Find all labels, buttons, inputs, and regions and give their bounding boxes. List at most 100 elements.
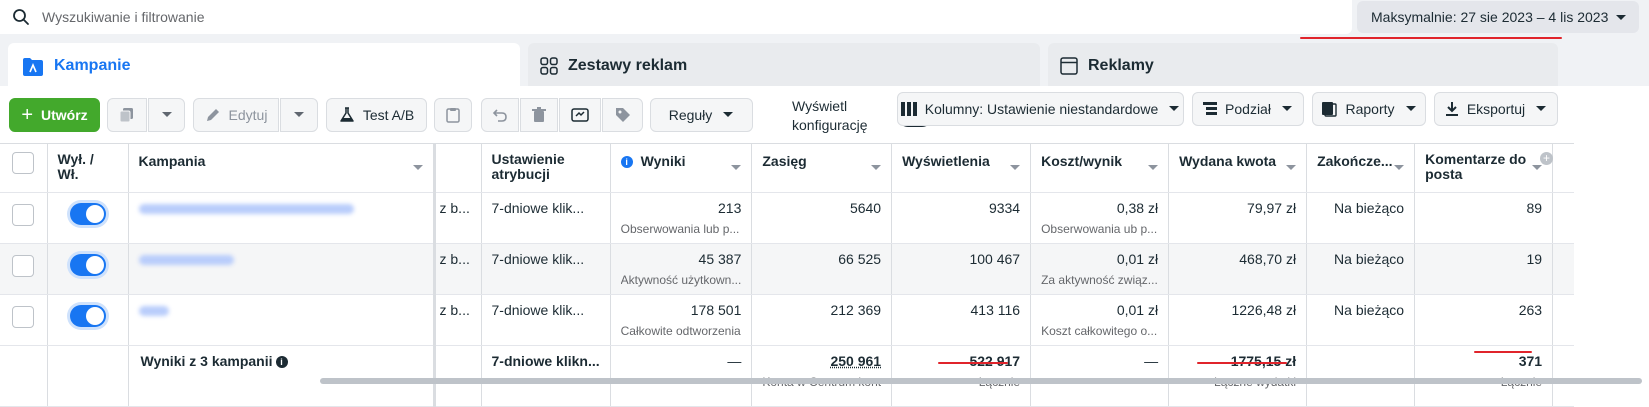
totals-impressions-cell: 522 917Łącznie bbox=[891, 345, 1032, 407]
row-select-cell[interactable] bbox=[0, 192, 48, 244]
table-row[interactable]: z b... 7-dniowe klik... 178 501 Całkowite… bbox=[0, 294, 1574, 346]
info-icon[interactable]: i bbox=[275, 356, 288, 368]
spacer-cell bbox=[1552, 243, 1574, 295]
cost-per-result-header[interactable]: Koszt/wynik bbox=[1030, 143, 1170, 193]
edit-dropdown-button[interactable] bbox=[280, 98, 318, 132]
pencil-icon bbox=[206, 109, 219, 121]
tab-ad-sets[interactable]: Zestawy reklam bbox=[528, 43, 1040, 91]
row-checkbox[interactable] bbox=[12, 255, 35, 277]
impressions-value: 413 116 bbox=[970, 302, 1021, 318]
columns-label: Kolumny: Ustawienie niestandardowe bbox=[924, 101, 1159, 117]
budget-cell: z b... bbox=[434, 192, 482, 244]
breakdown-icon bbox=[1203, 102, 1218, 115]
attribution-header[interactable]: Ustawienie atrybucji bbox=[481, 143, 611, 193]
reach-value: 66 525 bbox=[838, 251, 882, 267]
caret-down-icon bbox=[1169, 106, 1180, 111]
reach-value: 5640 bbox=[849, 200, 882, 216]
toggle-switch bbox=[69, 305, 106, 327]
flask-icon bbox=[340, 107, 354, 122]
breakdown-button[interactable]: Podział bbox=[1192, 92, 1304, 126]
horizontal-scrollbar[interactable] bbox=[320, 378, 1642, 384]
results-header[interactable]: i Wyniki bbox=[610, 143, 753, 193]
caret-down-icon bbox=[294, 112, 304, 117]
row-checkbox[interactable] bbox=[12, 204, 35, 226]
search-bar[interactable] bbox=[0, 0, 1352, 34]
campaign-name-cell[interactable] bbox=[128, 243, 436, 295]
row-checkbox[interactable] bbox=[12, 306, 35, 328]
budget-value: z b... bbox=[439, 200, 470, 216]
select-all-header[interactable] bbox=[0, 143, 48, 193]
edit-label: Edytuj bbox=[228, 107, 268, 123]
toggle-cell[interactable] bbox=[47, 243, 129, 295]
totals-row: Wyniki z 3 kampanii i 7-dniowe klikn... —… bbox=[0, 345, 1574, 407]
clipboard-button[interactable] bbox=[434, 98, 472, 132]
amount-spent-header[interactable]: Wydana kwota bbox=[1168, 143, 1308, 193]
table-row[interactable]: z b... 7-dniowe klik... 45 387 Aktywność … bbox=[0, 243, 1574, 295]
header-label: Wył. / Wł. bbox=[57, 151, 94, 182]
duplicate-dropdown-button[interactable] bbox=[148, 98, 185, 132]
toggle-knob bbox=[85, 307, 104, 325]
impressions-header[interactable]: Wyświetlenia bbox=[891, 143, 1032, 193]
totals-reach-cell: 250 961Konta w Centrum kont bbox=[751, 345, 893, 407]
totals-spent: 1775,15 zł bbox=[1230, 353, 1297, 369]
comments-value: 263 bbox=[1518, 302, 1543, 318]
rules-button[interactable]: Reguły bbox=[650, 98, 753, 132]
ad-window-icon bbox=[1060, 57, 1078, 75]
select-all-checkbox[interactable] bbox=[12, 152, 35, 174]
toggle-cell[interactable] bbox=[47, 294, 129, 346]
budget-value: z b... bbox=[439, 251, 470, 267]
results-subtext: Całkowite odtworzenia bbox=[620, 324, 741, 338]
create-button[interactable]: + Utwórz bbox=[9, 98, 100, 132]
toggle-switch bbox=[69, 203, 106, 225]
campaign-toggle[interactable] bbox=[66, 302, 109, 330]
date-range-button[interactable]: Maksymalnie: 27 sie 2023 – 4 lis 2023 bbox=[1357, 1, 1639, 33]
campaign-toggle[interactable] bbox=[66, 251, 109, 279]
reach-header[interactable]: Zasięg bbox=[751, 143, 893, 193]
cost-value: 0,38 zł bbox=[1116, 200, 1159, 216]
totals-spacer-cell bbox=[1552, 345, 1574, 407]
attribution-cell: 7-dniowe klik... bbox=[481, 192, 611, 244]
columns-button[interactable]: Kolumny: Ustawienie niestandardowe bbox=[897, 92, 1184, 126]
campaign-name-cell[interactable] bbox=[128, 192, 436, 244]
table-row[interactable]: z b... 7-dniowe klik... 213 Obserwowania … bbox=[0, 192, 1574, 244]
toggle-cell[interactable] bbox=[47, 192, 129, 244]
results-cell: 45 387 Aktywność użytkown... bbox=[610, 243, 753, 295]
redacted-campaign-name bbox=[138, 204, 354, 214]
row-select-cell[interactable] bbox=[0, 243, 48, 295]
reports-button[interactable]: Raporty bbox=[1312, 92, 1426, 126]
delete-button[interactable] bbox=[520, 98, 558, 132]
campaign-name-cell[interactable] bbox=[128, 294, 436, 346]
undo-icon bbox=[492, 109, 507, 122]
create-label: Utwórz bbox=[41, 107, 88, 123]
add-column-header[interactable] bbox=[1552, 143, 1574, 193]
campaign-header[interactable]: Kampania bbox=[128, 143, 436, 193]
ends-header[interactable]: Zakończe... bbox=[1306, 143, 1416, 193]
spent-cell: 468,70 zł bbox=[1168, 243, 1308, 295]
export-button[interactable]: Eksportuj bbox=[1434, 92, 1558, 126]
spent-value: 1226,48 zł bbox=[1231, 302, 1297, 318]
ends-cell: Na bieżąco bbox=[1306, 243, 1416, 295]
ends-cell: Na bieżąco bbox=[1306, 192, 1416, 244]
ab-test-button[interactable]: Test A/B bbox=[326, 98, 427, 132]
add-column-icon[interactable]: + bbox=[1540, 152, 1553, 165]
totals-spent-cell: 1775,15 złŁączne wydatki bbox=[1168, 345, 1308, 407]
grid-icon bbox=[540, 57, 558, 75]
budget-value: z b... bbox=[439, 302, 470, 318]
ends-cell: Na bieżąco bbox=[1306, 294, 1416, 346]
duplicate-button[interactable] bbox=[107, 98, 147, 132]
review-changes-button[interactable] bbox=[559, 98, 601, 132]
post-comments-header[interactable]: Komentarze do posta bbox=[1414, 143, 1554, 193]
search-input[interactable] bbox=[42, 9, 942, 25]
totals-toggle-cell bbox=[47, 345, 129, 407]
tag-button[interactable] bbox=[602, 98, 643, 132]
annotation-underline bbox=[1197, 362, 1287, 364]
attribution-cell: 7-dniowe klik... bbox=[481, 294, 611, 346]
undo-button[interactable] bbox=[481, 98, 519, 132]
redacted-campaign-name bbox=[138, 255, 234, 265]
campaign-toggle[interactable] bbox=[66, 200, 109, 228]
edit-button[interactable]: Edytuj bbox=[193, 98, 279, 132]
row-select-cell[interactable] bbox=[0, 294, 48, 346]
tab-ads[interactable]: Reklamy bbox=[1048, 43, 1558, 91]
cost-subtext: Za aktywność związ... bbox=[1041, 273, 1158, 287]
comments-cell: 89 bbox=[1414, 192, 1554, 244]
